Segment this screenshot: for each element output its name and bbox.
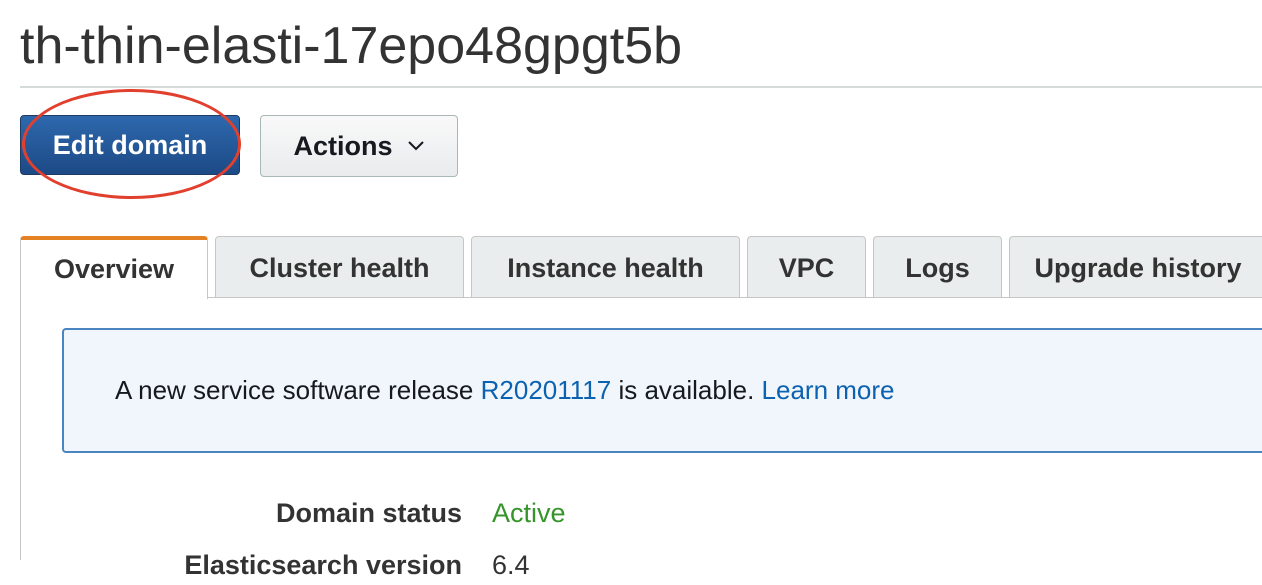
title-divider	[20, 86, 1262, 88]
alert-text-prefix: A new service software release	[115, 375, 481, 405]
tab-baseline	[207, 297, 1262, 298]
page-title: th-thin-elasti-17epo48gpgt5b	[20, 17, 683, 75]
detail-row-domain-status: Domain status Active	[20, 493, 1262, 533]
tab-logs[interactable]: Logs	[873, 236, 1002, 298]
release-link[interactable]: R20201117	[481, 375, 612, 405]
alert-text-suffix: is available.	[611, 375, 762, 405]
tab-bar: Overview Cluster health Instance health …	[20, 236, 1262, 299]
actions-dropdown-button[interactable]: Actions	[260, 115, 458, 177]
detail-row-elasticsearch-version: Elasticsearch version 6.4	[20, 545, 1262, 585]
alert-message: A new service software release R20201117…	[115, 374, 895, 406]
software-update-alert: A new service software release R20201117…	[62, 328, 1262, 453]
domain-status-value: Active	[492, 498, 566, 528]
tab-instance-health[interactable]: Instance health	[471, 236, 740, 298]
actions-label: Actions	[293, 130, 393, 161]
tab-vpc[interactable]: VPC	[747, 236, 866, 298]
edit-domain-button[interactable]: Edit domain	[20, 115, 240, 175]
chevron-down-icon	[407, 141, 424, 151]
tab-upgrade-history[interactable]: Upgrade history	[1009, 236, 1262, 298]
tab-overview[interactable]: Overview	[20, 236, 208, 299]
elasticsearch-version-value: 6.4	[492, 550, 530, 580]
elasticsearch-version-label: Elasticsearch version	[184, 550, 462, 580]
domain-status-label: Domain status	[275, 498, 462, 528]
learn-more-link[interactable]: Learn more	[762, 375, 895, 405]
tab-cluster-health[interactable]: Cluster health	[215, 236, 464, 298]
